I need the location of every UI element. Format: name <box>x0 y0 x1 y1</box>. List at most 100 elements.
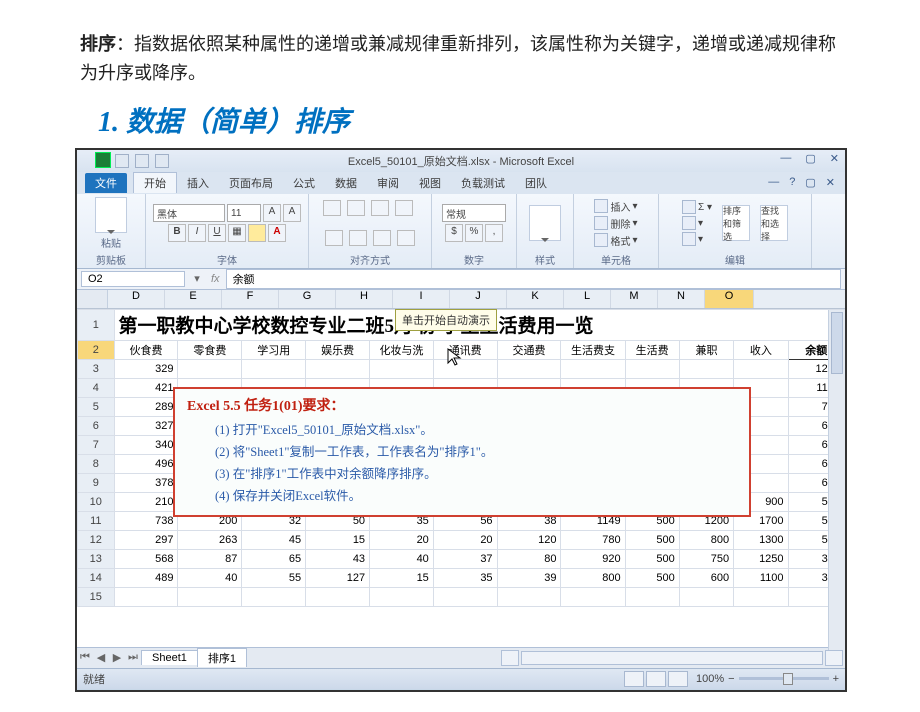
styles-button[interactable] <box>529 205 561 241</box>
align-top-icon[interactable] <box>323 200 341 216</box>
group-number: 常规 $ % , 数字 <box>432 194 517 268</box>
doc-close-button[interactable]: ✕ <box>826 176 835 189</box>
bold-button[interactable]: B <box>168 224 186 242</box>
comma-icon[interactable]: , <box>485 224 503 242</box>
tab-review[interactable]: 审阅 <box>367 173 409 193</box>
excel-icon <box>95 152 111 168</box>
format-cells-button[interactable]: 格式 ▾ <box>594 233 637 248</box>
intro-paragraph: 排序：指数据依照某种属性的递增或兼减规律重新排列，该属性称为关键字，递增或递减规… <box>80 30 840 88</box>
tooltip[interactable]: 单击开始自动演示 <box>395 309 497 331</box>
col-header-H[interactable]: H <box>336 290 393 308</box>
sheet-tab-bar[interactable]: ⏮ ◀ ▶ ⏭ Sheet1 排序1 <box>77 647 845 668</box>
align-middle-icon[interactable] <box>347 200 365 216</box>
vertical-scrollbar[interactable] <box>828 310 845 650</box>
namebox-dropdown[interactable]: ▾ <box>189 272 205 285</box>
view-layout-icon[interactable] <box>646 671 666 687</box>
ribbon-min-button[interactable]: — <box>768 176 779 189</box>
increase-font-icon[interactable]: A <box>263 204 281 222</box>
minimize-button[interactable]: — <box>780 152 791 165</box>
sheet-tab-sort1[interactable]: 排序1 <box>197 648 247 667</box>
tab-layout[interactable]: 页面布局 <box>219 173 283 193</box>
tab-home[interactable]: 开始 <box>133 172 177 193</box>
tab-load[interactable]: 负载测试 <box>451 173 515 193</box>
zoom-out-button[interactable]: − <box>728 673 734 685</box>
tab-insert[interactable]: 插入 <box>177 173 219 193</box>
doc-max-button[interactable]: ▢ <box>805 176 815 189</box>
sheet-tab-sheet1[interactable]: Sheet1 <box>141 650 198 665</box>
group-clipboard: 粘贴 剪贴板 <box>77 194 146 268</box>
sheet-nav-prev[interactable]: ◀ <box>93 651 109 664</box>
titlebar: Excel5_50101_原始文档.xlsx - Microsoft Excel… <box>77 150 845 172</box>
align-right-icon[interactable] <box>373 230 391 246</box>
col-header-F[interactable]: F <box>222 290 279 308</box>
percent-icon[interactable]: % <box>465 224 483 242</box>
view-pagebreak-icon[interactable] <box>668 671 688 687</box>
col-header-O[interactable]: O <box>705 290 754 308</box>
group-font: 黑体 11 A A B I U ▦ A 字体 <box>146 194 309 268</box>
autosum-button[interactable]: Σ ▾ <box>682 200 712 214</box>
zoom-slider[interactable] <box>739 677 829 680</box>
quick-access-toolbar[interactable] <box>115 154 169 168</box>
number-format-combo[interactable]: 常规 <box>442 204 506 222</box>
font-size-combo[interactable]: 11 <box>227 204 261 222</box>
find-select-button[interactable]: 查找和选择 <box>760 205 788 241</box>
sort-filter-button[interactable]: AZ 排序和筛选 <box>722 205 750 241</box>
group-editing: Σ ▾ ▾ ▾ AZ 排序和筛选 查找和选择 编辑 <box>659 194 812 268</box>
col-header-M[interactable]: M <box>611 290 658 308</box>
underline-button[interactable]: U <box>208 224 226 242</box>
tab-formula[interactable]: 公式 <box>283 173 325 193</box>
close-button[interactable]: ✕ <box>830 152 839 165</box>
col-header-I[interactable]: I <box>393 290 450 308</box>
hscroll-right[interactable] <box>825 650 843 666</box>
task-line: (1) 打开"Excel5_50101_原始文档.xlsx"。 <box>215 419 737 438</box>
group-cells: 插入 ▾ 删除 ▾ 格式 ▾ 单元格 <box>574 194 659 268</box>
font-name-combo[interactable]: 黑体 <box>153 204 225 222</box>
hscroll-left[interactable] <box>501 650 519 666</box>
sheet-nav-first[interactable]: ⏮ <box>77 651 93 664</box>
col-header-L[interactable]: L <box>564 290 611 308</box>
align-bottom-icon[interactable] <box>371 200 389 216</box>
col-header-D[interactable]: D <box>108 290 165 308</box>
task-overlay: Excel 5.5 任务1(01)要求： (1) 打开"Excel5_50101… <box>173 387 751 517</box>
status-ready: 就绪 <box>83 671 105 687</box>
tab-file[interactable]: 文件 <box>85 173 127 193</box>
tab-view[interactable]: 视图 <box>409 173 451 193</box>
wrap-text-icon[interactable] <box>395 200 413 216</box>
name-box[interactable]: O2 <box>81 271 185 287</box>
decrease-font-icon[interactable]: A <box>283 204 301 222</box>
paste-button[interactable] <box>95 197 127 233</box>
italic-button[interactable]: I <box>188 224 206 242</box>
fx-icon[interactable]: fx <box>211 273 220 285</box>
clear-button[interactable]: ▾ <box>682 232 712 246</box>
tab-team[interactable]: 团队 <box>515 173 557 193</box>
fill-button[interactable]: ▾ <box>682 216 712 230</box>
border-button[interactable]: ▦ <box>228 224 246 242</box>
task-title: Excel 5.5 任务1(01)要求： <box>187 395 737 415</box>
maximize-button[interactable]: ▢ <box>805 152 815 165</box>
ribbon: 粘贴 剪贴板 黑体 11 A A B I U ▦ <box>77 194 845 269</box>
font-color-button[interactable]: A <box>268 224 286 242</box>
col-header-K[interactable]: K <box>507 290 564 308</box>
hscroll-track[interactable] <box>521 651 823 665</box>
view-normal-icon[interactable] <box>624 671 644 687</box>
currency-icon[interactable]: $ <box>445 224 463 242</box>
zoom-in-button[interactable]: + <box>833 673 839 685</box>
align-left-icon[interactable] <box>325 230 343 246</box>
column-headers[interactable]: DEFGHIJKLMNO <box>77 290 845 309</box>
col-header-N[interactable]: N <box>658 290 705 308</box>
sheet-nav-last[interactable]: ⏭ <box>125 651 141 664</box>
sheet-nav-next[interactable]: ▶ <box>109 651 125 664</box>
align-center-icon[interactable] <box>349 230 367 246</box>
merge-icon[interactable] <box>397 230 415 246</box>
help-button[interactable]: ? <box>789 176 795 189</box>
delete-cells-button[interactable]: 删除 ▾ <box>594 216 637 231</box>
insert-cells-button[interactable]: 插入 ▾ <box>594 199 637 214</box>
col-header-J[interactable]: J <box>450 290 507 308</box>
group-styles: 样式 <box>517 194 574 268</box>
tab-data[interactable]: 数据 <box>325 173 367 193</box>
col-header-G[interactable]: G <box>279 290 336 308</box>
formula-input[interactable]: 余额 <box>226 269 841 289</box>
ribbon-tabs[interactable]: 文件 开始 插入 页面布局 公式 数据 审阅 视图 负载测试 团队 — ? ▢ … <box>77 172 845 194</box>
fill-color-button[interactable] <box>248 224 266 242</box>
col-header-E[interactable]: E <box>165 290 222 308</box>
